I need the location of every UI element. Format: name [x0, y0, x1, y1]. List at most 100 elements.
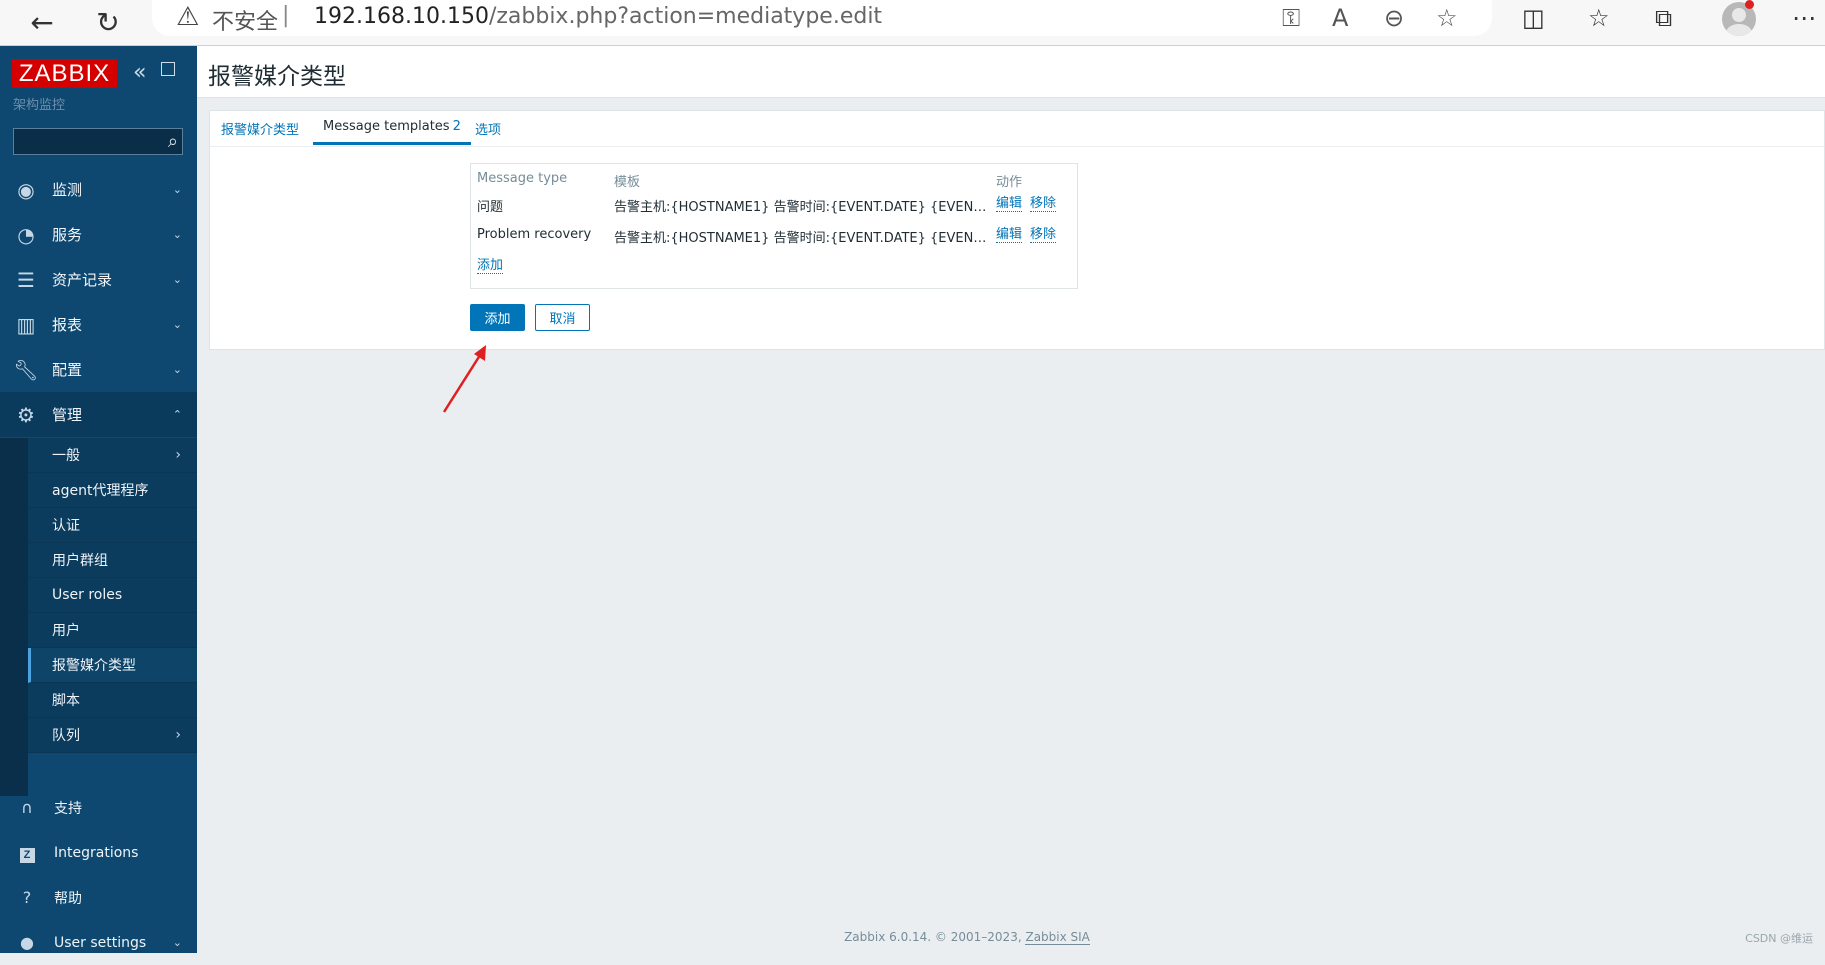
search-icon[interactable]: ⌕ — [168, 131, 178, 152]
arrow-shaft — [442, 351, 484, 413]
collections-icon[interactable]: ⧉ — [1655, 4, 1672, 32]
media-type-form: 报警媒介类型 Message templates 2 选项 Message typ… — [209, 110, 1825, 350]
watermark: CSDN @维运 — [1745, 932, 1813, 945]
submenu-label: 队列 — [52, 728, 80, 744]
submenu-label: 认证 — [52, 518, 80, 534]
menu-item-integrations[interactable]: Z Integrations — [0, 830, 197, 875]
row-template-text: 告警主机:{HOSTNAME1} 告警时间:{EVENT.DATE} {EVEN… — [614, 200, 988, 215]
chevron-up-icon: ⌃ — [172, 408, 182, 421]
menu-label: 报表 — [52, 316, 83, 334]
zoom-out-icon[interactable]: ⊖ — [1384, 4, 1404, 32]
chevron-down-icon: ⌄ — [172, 318, 182, 331]
warning-icon[interactable]: ⚠ — [176, 2, 199, 32]
favorites-icon[interactable]: ☆ — [1588, 4, 1610, 32]
menu-item-administration[interactable]: ⚙ 管理 ⌃ — [0, 392, 197, 437]
clock-icon: ◔ — [17, 222, 35, 247]
tab-message-templates[interactable]: Message templates 2 — [313, 119, 471, 145]
submenu-item-scripts[interactable]: 脚本 — [28, 683, 197, 718]
wrench-icon: 🔧︎ — [13, 357, 39, 382]
address-bar[interactable]: ⚠ 不安全 | 192.168.10.150/zabbix.php?action… — [152, 0, 1492, 36]
submenu-indent — [0, 438, 28, 796]
chevron-down-icon: ⌄ — [172, 363, 182, 376]
cancel-button[interactable]: 取消 — [535, 304, 590, 331]
add-button[interactable]: 添加 — [470, 304, 525, 331]
edit-template-link[interactable]: 编辑 — [996, 196, 1023, 212]
add-favorite-icon[interactable]: ☆ — [1436, 4, 1458, 32]
submenu-item-authentication[interactable]: 认证 — [28, 508, 197, 543]
submenu-label: 报警媒介类型 — [52, 658, 136, 674]
submenu-item-user-groups[interactable]: 用户群组 — [28, 543, 197, 578]
menu-item-configuration[interactable]: 🔧︎ 配置 ⌄ — [0, 347, 197, 392]
collapse-sidebar-icon[interactable]: « — [133, 60, 146, 85]
menu-label: 支持 — [54, 800, 82, 817]
menu-label: 配置 — [52, 361, 83, 379]
chevron-right-icon: › — [175, 727, 181, 743]
menu-item-user-settings[interactable]: ● User settings ⌄ — [0, 920, 197, 965]
submenu-label: agent代理程序 — [52, 483, 149, 499]
remove-template-link[interactable]: 移除 — [1030, 196, 1057, 212]
zabbix-logo[interactable]: ZABBIX — [12, 59, 117, 88]
tab-media-type[interactable]: 报警媒介类型 — [221, 119, 299, 146]
chevron-down-icon: ⌄ — [172, 273, 182, 286]
server-name: 架构监控 — [13, 98, 66, 113]
menu-item-help[interactable]: ? 帮助 — [0, 875, 197, 920]
refresh-icon[interactable]: ↻ — [90, 4, 126, 40]
sidebar-search-input[interactable]: ⌕ — [13, 128, 183, 155]
kiosk-mode-icon[interactable] — [161, 62, 175, 76]
page-title: 报警媒介类型 — [208, 64, 346, 90]
footer-link[interactable]: Zabbix SIA — [1025, 930, 1090, 945]
submenu-item-queue[interactable]: 队列 › — [28, 718, 197, 753]
row-template-text: 告警主机:{HOSTNAME1} 告警时间:{EVENT.DATE} {EVEN… — [614, 231, 988, 246]
back-arrow-icon[interactable]: ← — [24, 4, 60, 40]
tab-bar: 报警媒介类型 Message templates 2 选项 — [210, 111, 1824, 147]
browser-toolbar: ← ↻ ⚠ 不安全 | 192.168.10.150/zabbix.php?ac… — [0, 0, 1825, 46]
menu-item-inventory[interactable]: ☰ 资产记录 ⌄ — [0, 257, 197, 302]
read-aloud-icon[interactable]: A — [1332, 4, 1348, 32]
help-icon: ? — [22, 888, 32, 907]
remove-template-link[interactable]: 移除 — [1030, 227, 1057, 243]
z-icon: Z — [18, 843, 36, 863]
split-screen-icon[interactable]: ◫ — [1522, 4, 1545, 32]
annotation-arrow — [442, 345, 486, 413]
row-message-type: Problem recovery — [477, 227, 592, 242]
menu-label: 帮助 — [54, 890, 82, 907]
menu-item-monitoring[interactable]: ◉ 监测 ⌄ — [0, 167, 197, 212]
more-menu-icon[interactable]: ⋯ — [1792, 4, 1816, 32]
arrow-head — [474, 345, 486, 361]
key-icon[interactable]: ⚿ — [1282, 4, 1300, 32]
submenu-item-users[interactable]: 用户 — [28, 613, 197, 648]
menu-label: 监测 — [52, 181, 83, 199]
submenu-item-user-roles[interactable]: User roles — [28, 578, 197, 613]
page-header: 报警媒介类型 — [197, 46, 1825, 98]
chevron-right-icon: › — [175, 447, 181, 463]
chevron-down-icon: ⌄ — [172, 936, 182, 949]
menu-item-services[interactable]: ◔ 服务 ⌄ — [0, 212, 197, 257]
sidebar: ZABBIX « 架构监控 ⌕ ◉ 监测 ⌄ ◔ 服务 ⌄ ☰ 资产记录 ⌄ ▥… — [0, 46, 197, 953]
tab-options[interactable]: 选项 — [475, 119, 501, 146]
submenu-item-general[interactable]: 一般 › — [28, 438, 197, 473]
submenu-label: User roles — [52, 587, 123, 603]
gear-icon: ⚙ — [17, 402, 35, 427]
menu-label: Integrations — [54, 844, 139, 861]
menu-item-reports[interactable]: ▥ 报表 ⌄ — [0, 302, 197, 347]
url-text[interactable]: 192.168.10.150/zabbix.php?action=mediaty… — [314, 4, 882, 29]
message-templates-table: Message type 模板 动作 问题 告警主机:{HOSTNAME1} 告… — [470, 163, 1078, 289]
insecure-label[interactable]: 不安全 — [212, 4, 278, 36]
footer: Zabbix 6.0.14. © 2001–2023, Zabbix SIA — [197, 930, 1737, 945]
submenu-label: 用户群组 — [52, 553, 108, 569]
column-header-message-type: Message type — [477, 171, 568, 186]
menu-label: 服务 — [52, 226, 83, 244]
notification-dot — [1745, 0, 1754, 9]
menu-item-support[interactable]: ∩ 支持 — [0, 785, 197, 830]
administration-submenu: 一般 › agent代理程序 认证 用户群组 User roles 用户 报警媒… — [28, 438, 197, 753]
edit-template-link[interactable]: 编辑 — [996, 227, 1023, 243]
submenu-item-media-types[interactable]: 报警媒介类型 — [28, 648, 197, 683]
column-header-template: 模板 — [614, 175, 641, 190]
headset-icon: ∩ — [21, 798, 33, 817]
menu-label: 管理 — [52, 406, 83, 424]
add-template-link[interactable]: 添加 — [477, 258, 504, 274]
submenu-item-proxies[interactable]: agent代理程序 — [28, 473, 197, 508]
chevron-down-icon: ⌄ — [172, 183, 182, 196]
menu-label: 资产记录 — [52, 271, 113, 289]
list-icon: ☰ — [17, 267, 35, 292]
